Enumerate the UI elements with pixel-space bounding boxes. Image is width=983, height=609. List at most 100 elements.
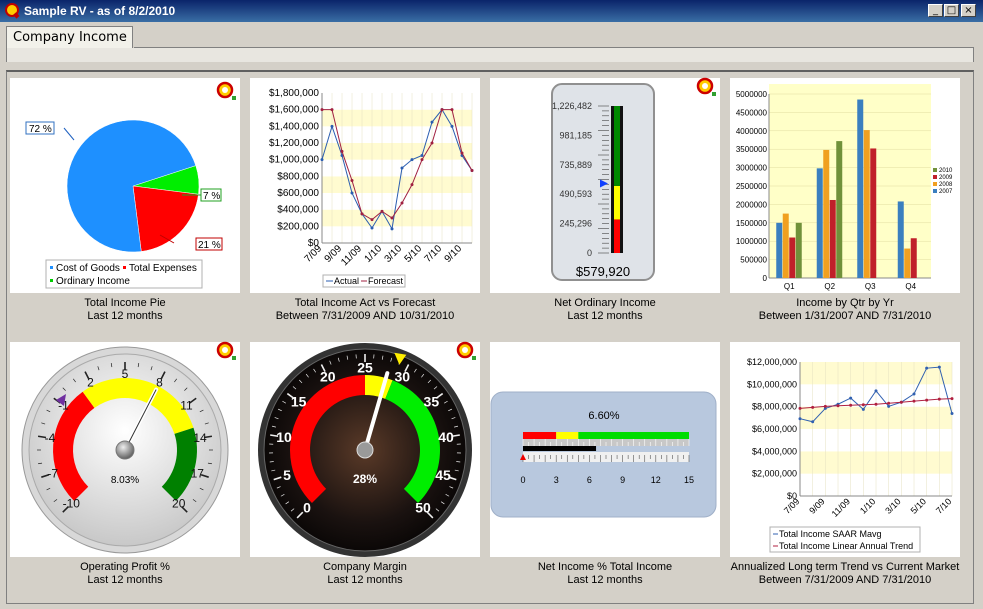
income-by-qtr-caption: Income by Qtr by Yr Between 1/31/2007 AN… xyxy=(725,297,965,323)
pie-chart-panel[interactable]: 72 % 7 % 21 % Cost of Goods Total Expens… xyxy=(10,78,240,293)
data-point[interactable] xyxy=(862,408,865,411)
net-ordinary-income-caption: Net Ordinary Income Last 12 months xyxy=(485,297,725,323)
data-point[interactable] xyxy=(811,420,814,423)
bar[interactable] xyxy=(898,201,904,278)
qlikview-object-icon[interactable] xyxy=(215,340,237,362)
data-point[interactable] xyxy=(471,169,474,172)
gauge-scale-label: -7 xyxy=(47,466,58,480)
gauge-value: 8.03% xyxy=(111,475,139,486)
y-tick-label: $600,000 xyxy=(277,188,319,199)
gauge-scale-label: 15 xyxy=(291,393,307,409)
data-point[interactable] xyxy=(321,158,324,161)
x-tick-label: Q2 xyxy=(824,282,835,291)
income-by-qtr-panel[interactable]: 0500000100000015000002000000250000030000… xyxy=(730,78,960,293)
data-point[interactable] xyxy=(401,202,404,205)
panel-subtitle: Last 12 months xyxy=(245,574,485,587)
data-point[interactable] xyxy=(351,179,354,182)
data-point[interactable] xyxy=(849,404,852,407)
data-point[interactable] xyxy=(331,125,334,128)
data-point[interactable] xyxy=(391,217,394,220)
y-tick-label: 2000000 xyxy=(736,200,768,209)
qlikview-object-icon[interactable] xyxy=(215,80,237,102)
net-ordinary-income-panel[interactable]: 1,226,482981,185735,889490,593245,2960 $… xyxy=(490,78,720,293)
data-point[interactable] xyxy=(913,400,916,403)
legend-actual: Actual xyxy=(334,276,359,286)
data-point[interactable] xyxy=(451,108,454,111)
data-point[interactable] xyxy=(938,398,941,401)
data-point[interactable] xyxy=(925,399,928,402)
act-vs-forecast-panel[interactable]: $0$200,000$400,000$600,000$800,000$1,000… xyxy=(250,78,480,293)
gauge-scale-label: 30 xyxy=(394,369,410,385)
close-button[interactable]: × xyxy=(961,4,976,17)
bar[interactable] xyxy=(776,223,782,278)
gauge-band xyxy=(578,432,689,439)
bar[interactable] xyxy=(789,238,795,278)
data-point[interactable] xyxy=(421,158,424,161)
bar[interactable] xyxy=(817,168,823,278)
bar[interactable] xyxy=(911,238,917,278)
data-point[interactable] xyxy=(938,366,941,369)
x-tick-label: 7/10 xyxy=(423,243,445,265)
data-point[interactable] xyxy=(900,401,903,404)
maximize-button[interactable]: □ xyxy=(944,4,959,17)
x-tick-label: Q1 xyxy=(784,282,795,291)
data-point[interactable] xyxy=(799,417,802,420)
qlikview-object-icon[interactable] xyxy=(695,76,717,98)
data-point[interactable] xyxy=(411,158,414,161)
long-term-trend-panel[interactable]: $0$2,000,000$4,000,000$6,000,000$8,000,0… xyxy=(730,342,960,557)
data-point[interactable] xyxy=(371,227,374,230)
bar[interactable] xyxy=(870,148,876,278)
data-point[interactable] xyxy=(951,397,954,400)
data-point[interactable] xyxy=(441,108,444,111)
company-margin-panel[interactable]: 05101520253035404550 28% xyxy=(250,342,480,557)
data-point[interactable] xyxy=(887,405,890,408)
data-point[interactable] xyxy=(951,412,954,415)
data-point[interactable] xyxy=(391,227,394,230)
data-point[interactable] xyxy=(331,108,334,111)
bar[interactable] xyxy=(904,249,910,278)
data-point[interactable] xyxy=(341,150,344,153)
data-point[interactable] xyxy=(875,389,878,392)
window-titlebar: Sample RV - as of 8/2/2010 _ □ × xyxy=(0,0,983,22)
x-tick-label: 11/09 xyxy=(830,496,853,519)
gauge-value: 6.60% xyxy=(588,410,619,422)
data-point[interactable] xyxy=(401,167,404,170)
data-point[interactable] xyxy=(351,192,354,195)
panel-title: Company Margin xyxy=(245,561,485,574)
bar[interactable] xyxy=(836,141,842,278)
bar[interactable] xyxy=(783,214,789,278)
pie-slice[interactable] xyxy=(133,186,198,251)
data-point[interactable] xyxy=(849,397,852,400)
data-point[interactable] xyxy=(875,403,878,406)
tab-company-income[interactable]: Company Income xyxy=(6,26,133,48)
data-point[interactable] xyxy=(321,108,324,111)
bar[interactable] xyxy=(830,200,836,278)
data-point[interactable] xyxy=(461,152,464,155)
data-point[interactable] xyxy=(862,403,865,406)
data-point[interactable] xyxy=(913,392,916,395)
bar[interactable] xyxy=(823,150,829,278)
bar[interactable] xyxy=(796,223,802,278)
gauge-value-bar xyxy=(523,446,596,451)
data-point[interactable] xyxy=(837,404,840,407)
data-point[interactable] xyxy=(371,218,374,221)
data-point[interactable] xyxy=(451,125,454,128)
minimize-button[interactable]: _ xyxy=(928,4,943,17)
bar[interactable] xyxy=(857,100,863,278)
operating-profit-panel[interactable]: -10-7-4-125811141720 8.03% xyxy=(10,342,240,557)
data-point[interactable] xyxy=(811,406,814,409)
qlikview-object-icon[interactable] xyxy=(455,340,477,362)
data-point[interactable] xyxy=(421,154,424,157)
data-point[interactable] xyxy=(361,212,364,215)
data-point[interactable] xyxy=(381,210,384,213)
data-point[interactable] xyxy=(799,407,802,410)
data-point[interactable] xyxy=(925,367,928,370)
net-income-pct-panel[interactable]: 6.60% 03691215 xyxy=(490,342,720,557)
data-point[interactable] xyxy=(431,121,434,124)
data-point[interactable] xyxy=(824,405,827,408)
gauge-tick xyxy=(456,462,460,463)
data-point[interactable] xyxy=(411,183,414,186)
data-point[interactable] xyxy=(887,402,890,405)
data-point[interactable] xyxy=(431,142,434,145)
bar[interactable] xyxy=(864,130,870,278)
